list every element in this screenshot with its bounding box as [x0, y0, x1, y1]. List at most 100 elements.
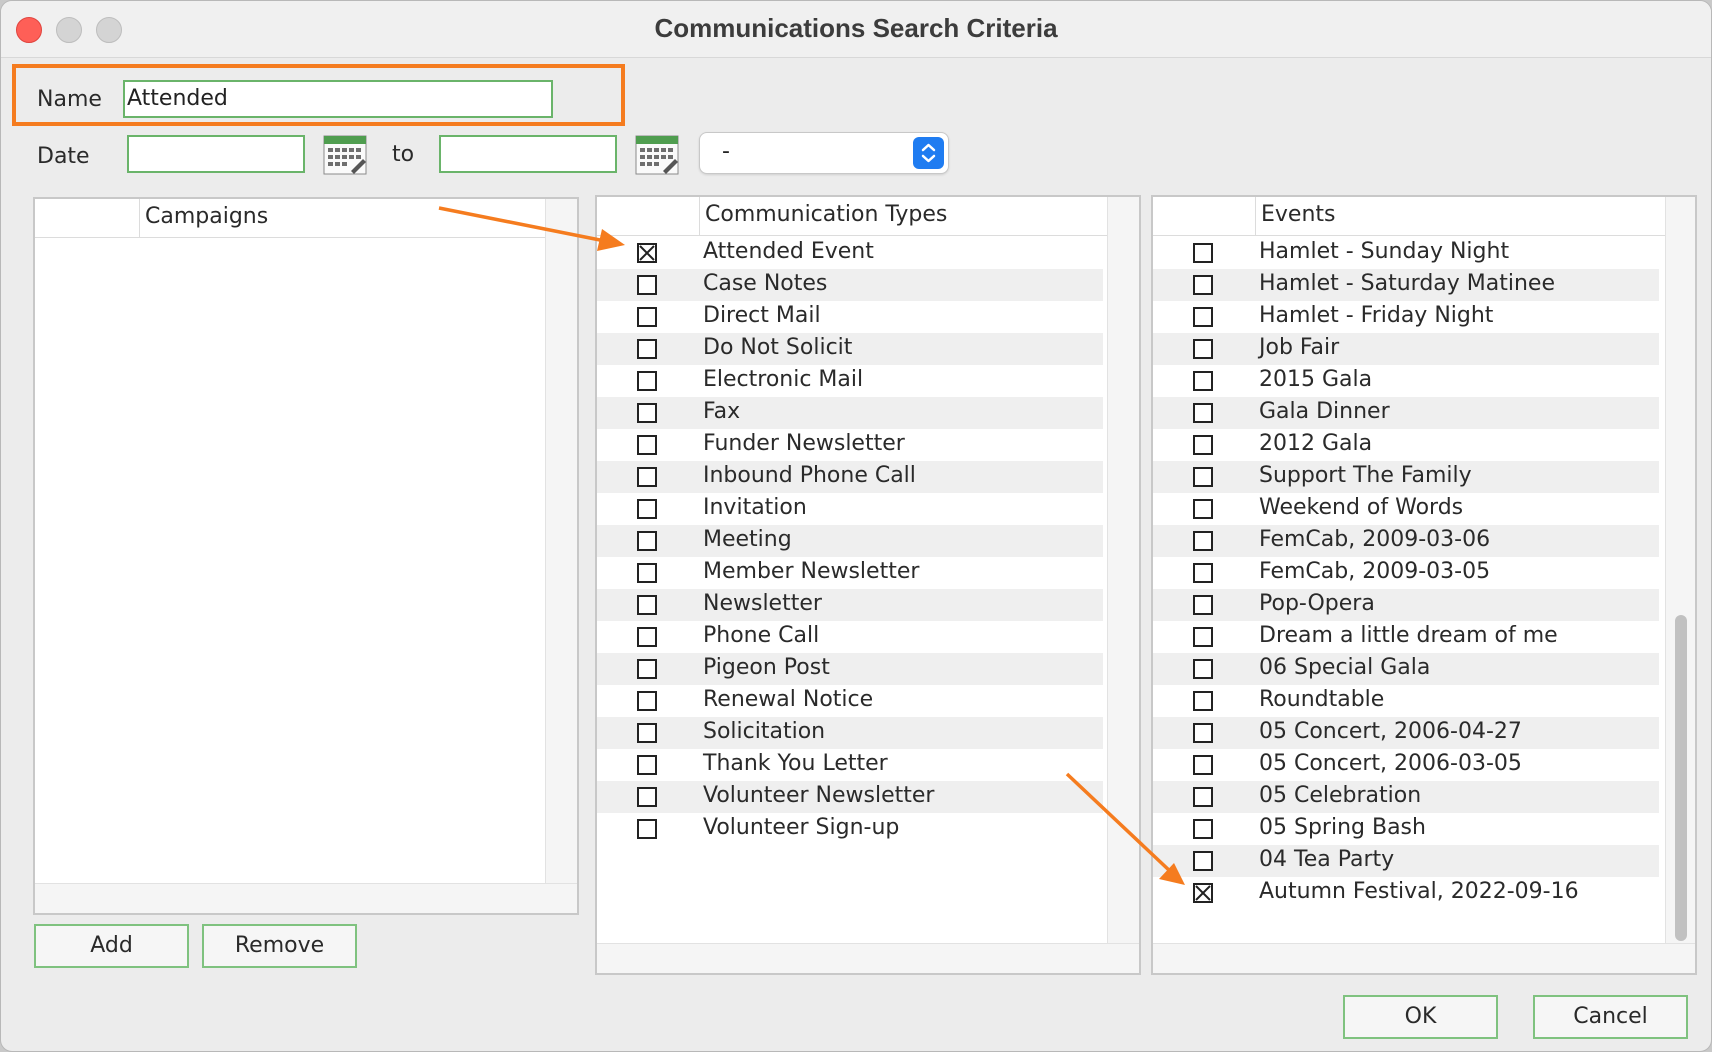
- list-item[interactable]: Electronic Mail: [597, 365, 1103, 397]
- list-item[interactable]: 2015 Gala: [1153, 365, 1659, 397]
- list-item[interactable]: Meeting: [597, 525, 1103, 557]
- list-item[interactable]: Renewal Notice: [597, 685, 1103, 717]
- events-scrollbar-thumb[interactable]: [1675, 615, 1687, 941]
- checkbox[interactable]: [1193, 723, 1213, 743]
- checkbox[interactable]: [1193, 755, 1213, 775]
- calendar-from-icon[interactable]: [323, 135, 367, 175]
- add-campaign-button[interactable]: Add: [34, 924, 189, 968]
- campaigns-vertical-scrollbar[interactable]: [545, 199, 577, 883]
- cancel-button[interactable]: Cancel: [1533, 995, 1688, 1039]
- list-item[interactable]: Hamlet - Sunday Night: [1153, 237, 1659, 269]
- communication-types-list[interactable]: Communication Types Attended Event Case N…: [595, 195, 1141, 975]
- list-item[interactable]: Do Not Solicit: [597, 333, 1103, 365]
- checkbox[interactable]: [1193, 851, 1213, 871]
- campaigns-list[interactable]: Campaigns: [33, 197, 579, 915]
- checkbox[interactable]: [1193, 467, 1213, 487]
- list-item[interactable]: Pop-Opera: [1153, 589, 1659, 621]
- checkbox[interactable]: [1193, 659, 1213, 679]
- checkbox[interactable]: [637, 723, 657, 743]
- communication-types-horizontal-scrollbar[interactable]: [597, 943, 1139, 973]
- events-horizontal-scrollbar[interactable]: [1153, 943, 1695, 973]
- events-vertical-scrollbar[interactable]: [1665, 197, 1695, 943]
- checkbox[interactable]: [1193, 243, 1213, 263]
- list-item[interactable]: Solicitation: [597, 717, 1103, 749]
- date-range-select[interactable]: -: [699, 132, 949, 174]
- list-item[interactable]: Member Newsletter: [597, 557, 1103, 589]
- list-item[interactable]: 05 Concert, 2006-04-27: [1153, 717, 1659, 749]
- checkbox[interactable]: [637, 819, 657, 839]
- list-item[interactable]: Pigeon Post: [597, 653, 1103, 685]
- checkbox[interactable]: [637, 435, 657, 455]
- list-item[interactable]: Case Notes: [597, 269, 1103, 301]
- list-item[interactable]: Direct Mail: [597, 301, 1103, 333]
- list-item[interactable]: Job Fair: [1153, 333, 1659, 365]
- list-item[interactable]: FemCab, 2009-03-05: [1153, 557, 1659, 589]
- checkbox[interactable]: [1193, 691, 1213, 711]
- checkbox[interactable]: [1193, 563, 1213, 583]
- list-item[interactable]: 05 Concert, 2006-03-05: [1153, 749, 1659, 781]
- list-item[interactable]: Gala Dinner: [1153, 397, 1659, 429]
- checkbox-checked[interactable]: [1193, 883, 1213, 903]
- events-list[interactable]: Events Hamlet - Sunday Night Hamlet - Sat…: [1151, 195, 1697, 975]
- list-item[interactable]: Hamlet - Saturday Matinee: [1153, 269, 1659, 301]
- list-item[interactable]: FemCab, 2009-03-06: [1153, 525, 1659, 557]
- list-item[interactable]: Autumn Festival, 2022-09-16: [1153, 877, 1659, 909]
- list-item[interactable]: Funder Newsletter: [597, 429, 1103, 461]
- date-from-input[interactable]: [127, 135, 305, 173]
- checkbox[interactable]: [637, 563, 657, 583]
- list-item[interactable]: Weekend of Words: [1153, 493, 1659, 525]
- checkbox[interactable]: [637, 403, 657, 423]
- checkbox[interactable]: [1193, 595, 1213, 615]
- checkbox[interactable]: [637, 659, 657, 679]
- checkbox[interactable]: [637, 691, 657, 711]
- list-item[interactable]: Attended Event: [597, 237, 1103, 269]
- checkbox[interactable]: [1193, 531, 1213, 551]
- list-item[interactable]: 2012 Gala: [1153, 429, 1659, 461]
- list-item[interactable]: Volunteer Newsletter: [597, 781, 1103, 813]
- checkbox[interactable]: [637, 467, 657, 487]
- checkbox[interactable]: [637, 275, 657, 295]
- list-item[interactable]: Thank You Letter: [597, 749, 1103, 781]
- checkbox-checked[interactable]: [637, 243, 657, 263]
- checkbox[interactable]: [637, 595, 657, 615]
- checkbox[interactable]: [1193, 627, 1213, 647]
- checkbox[interactable]: [637, 627, 657, 647]
- list-item[interactable]: 06 Special Gala: [1153, 653, 1659, 685]
- checkbox[interactable]: [1193, 307, 1213, 327]
- checkbox[interactable]: [637, 755, 657, 775]
- checkbox[interactable]: [637, 371, 657, 391]
- list-item[interactable]: Invitation: [597, 493, 1103, 525]
- checkbox[interactable]: [637, 531, 657, 551]
- checkbox[interactable]: [1193, 819, 1213, 839]
- list-item[interactable]: Fax: [597, 397, 1103, 429]
- checkbox[interactable]: [637, 307, 657, 327]
- checkbox[interactable]: [1193, 435, 1213, 455]
- list-item[interactable]: Newsletter: [597, 589, 1103, 621]
- remove-campaign-button[interactable]: Remove: [202, 924, 357, 968]
- list-item[interactable]: 05 Spring Bash: [1153, 813, 1659, 845]
- list-item[interactable]: Phone Call: [597, 621, 1103, 653]
- checkbox[interactable]: [1193, 371, 1213, 391]
- campaigns-horizontal-scrollbar[interactable]: [35, 883, 577, 913]
- date-to-input[interactable]: [439, 135, 617, 173]
- checkbox[interactable]: [1193, 275, 1213, 295]
- list-item[interactable]: Hamlet - Friday Night: [1153, 301, 1659, 333]
- list-item[interactable]: Support The Family: [1153, 461, 1659, 493]
- checkbox[interactable]: [637, 787, 657, 807]
- list-item[interactable]: Volunteer Sign-up: [597, 813, 1103, 845]
- list-item[interactable]: 05 Celebration: [1153, 781, 1659, 813]
- checkbox[interactable]: [1193, 403, 1213, 423]
- list-item[interactable]: Inbound Phone Call: [597, 461, 1103, 493]
- checkbox[interactable]: [1193, 339, 1213, 359]
- list-item[interactable]: Dream a little dream of me: [1153, 621, 1659, 653]
- checkbox[interactable]: [637, 499, 657, 519]
- checkbox[interactable]: [637, 339, 657, 359]
- communication-types-vertical-scrollbar[interactable]: [1107, 197, 1139, 943]
- calendar-to-icon[interactable]: [635, 135, 679, 175]
- ok-button[interactable]: OK: [1343, 995, 1498, 1039]
- list-item[interactable]: Roundtable: [1153, 685, 1659, 717]
- checkbox[interactable]: [1193, 787, 1213, 807]
- name-input[interactable]: Attended: [123, 80, 553, 118]
- checkbox[interactable]: [1193, 499, 1213, 519]
- list-item[interactable]: 04 Tea Party: [1153, 845, 1659, 877]
